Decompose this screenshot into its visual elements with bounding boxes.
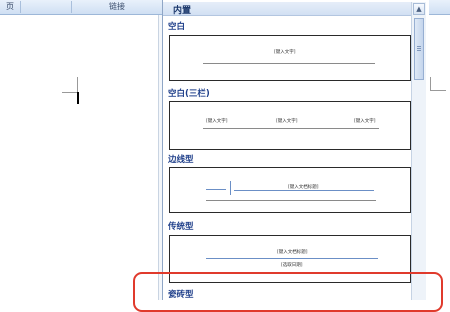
gallery-category-header: 内置 (163, 2, 413, 16)
grip-line (417, 48, 421, 49)
gallery-category-label: 内置 (173, 6, 192, 16)
header-rule (203, 128, 379, 129)
gallery-item-title: 空白(三栏) (168, 89, 210, 99)
placeholder-text: [键入文字] (276, 119, 298, 124)
margin-corner-mark (430, 90, 446, 91)
header-rule (206, 200, 376, 201)
arrow-up-icon[interactable]: ▲ (413, 3, 425, 15)
gallery-item-title: 边线型 (168, 155, 194, 165)
gallery-item-blank-three-column[interactable]: [键入文字] [键入文字] [键入文字] (169, 101, 411, 150)
gallery-scrollbar[interactable]: ▲ (411, 2, 426, 300)
ribbon-group-right[interactable] (429, 1, 450, 13)
document-page[interactable] (0, 15, 159, 300)
placeholder-text: [选取日期] (281, 263, 303, 268)
highlight-annotation (133, 272, 443, 312)
sideline-divider (230, 181, 231, 195)
scrollbar-thumb[interactable] (414, 18, 424, 80)
grip-line (417, 50, 421, 51)
accent-rule (206, 258, 378, 259)
placeholder-text: [键入文档标题] (277, 250, 308, 255)
gallery-item-title: 传统型 (168, 222, 194, 232)
margin-corner-mark (430, 77, 431, 91)
gallery-item-sideline[interactable]: [键入文档标题] (169, 167, 411, 213)
grip-line (417, 46, 421, 47)
accent-rule (206, 189, 226, 190)
ribbon-group-page[interactable]: 页 (0, 1, 20, 13)
margin-corner-mark (77, 77, 78, 93)
header-gallery-panel: 内置 空白 [键入文字] 空白(三栏) [键入文字] [键入文字] [键入文字]… (162, 0, 429, 300)
ribbon-group-blank[interactable] (21, 1, 71, 13)
placeholder-text: [键入文字] (354, 119, 376, 124)
accent-rule (234, 190, 374, 191)
gallery-item-title: 空白 (168, 22, 186, 32)
document-right-margin[interactable] (428, 15, 450, 300)
placeholder-text: [键入文字] (206, 119, 228, 124)
margin-corner-mark (62, 92, 78, 93)
gallery-item-blank[interactable]: [键入文字] (169, 35, 411, 81)
ribbon-group-links[interactable]: 链接 (72, 1, 162, 13)
text-cursor (77, 92, 79, 104)
header-rule (203, 63, 375, 64)
placeholder-text: [键入文字] (274, 50, 296, 55)
